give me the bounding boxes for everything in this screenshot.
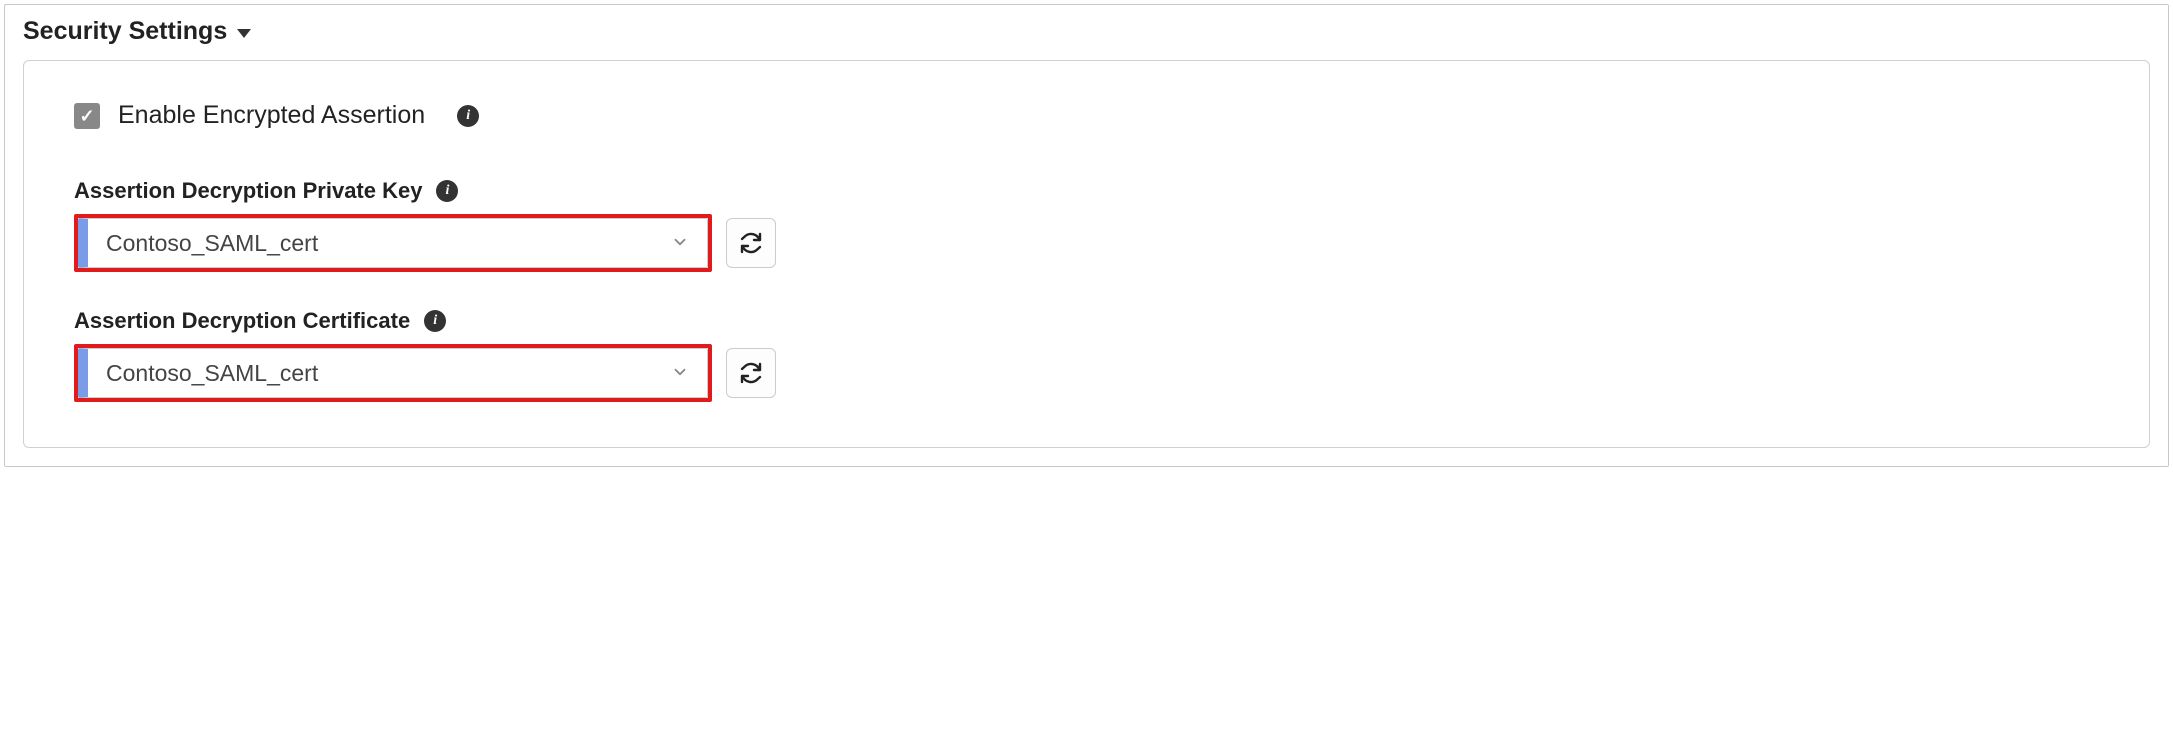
enable-encrypted-assertion-row: ✓ Enable Encrypted Assertion i (74, 101, 2099, 130)
enable-encrypted-assertion-checkbox[interactable]: ✓ (74, 103, 100, 129)
caret-down-icon (237, 29, 251, 38)
section-header[interactable]: Security Settings (23, 17, 2150, 46)
info-icon[interactable]: i (424, 310, 446, 332)
settings-panel: ✓ Enable Encrypted Assertion i Assertion… (23, 60, 2150, 448)
highlight-frame: Contoso_SAML_cert (74, 344, 712, 402)
private-key-label: Assertion Decryption Private Key (74, 178, 422, 204)
certificate-select-row: Contoso_SAML_cert (74, 344, 2099, 402)
refresh-icon (739, 231, 763, 255)
private-key-field: Assertion Decryption Private Key i Conto… (74, 178, 2099, 272)
checkmark-icon: ✓ (79, 107, 94, 125)
chevron-down-icon (671, 360, 689, 387)
private-key-select-row: Contoso_SAML_cert (74, 214, 2099, 272)
refresh-icon (739, 361, 763, 385)
enable-encrypted-assertion-label: Enable Encrypted Assertion (118, 101, 425, 130)
certificate-field: Assertion Decryption Certificate i Conto… (74, 308, 2099, 402)
info-icon[interactable]: i (457, 105, 479, 127)
info-icon[interactable]: i (436, 180, 458, 202)
private-key-value: Contoso_SAML_cert (106, 230, 318, 257)
certificate-label-row: Assertion Decryption Certificate i (74, 308, 2099, 334)
refresh-private-key-button[interactable] (726, 218, 776, 268)
certificate-value: Contoso_SAML_cert (106, 360, 318, 387)
settings-container: Security Settings ✓ Enable Encrypted Ass… (4, 4, 2169, 467)
refresh-certificate-button[interactable] (726, 348, 776, 398)
private-key-label-row: Assertion Decryption Private Key i (74, 178, 2099, 204)
certificate-label: Assertion Decryption Certificate (74, 308, 410, 334)
highlight-frame: Contoso_SAML_cert (74, 214, 712, 272)
private-key-select[interactable]: Contoso_SAML_cert (78, 218, 708, 268)
section-title: Security Settings (23, 17, 227, 46)
certificate-select[interactable]: Contoso_SAML_cert (78, 348, 708, 398)
chevron-down-icon (671, 230, 689, 257)
